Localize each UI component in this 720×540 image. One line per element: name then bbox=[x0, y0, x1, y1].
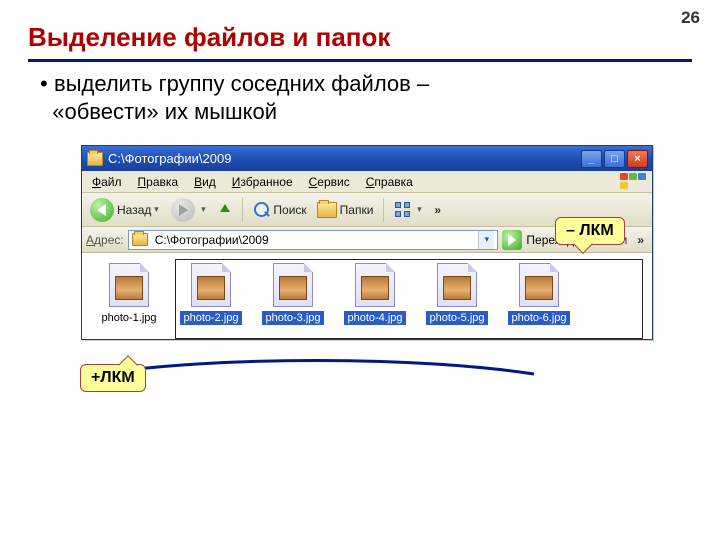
file-pane[interactable]: photo-1.jpg photo-2.jpg photo-3.jpg phot… bbox=[82, 253, 652, 339]
minimize-button[interactable]: _ bbox=[581, 150, 602, 168]
callout-end-text: – ЛКМ bbox=[566, 222, 614, 240]
up-button[interactable] bbox=[214, 197, 236, 223]
address-path: C:\Фотографии\2009 bbox=[155, 233, 269, 247]
menu-view[interactable]: Вид bbox=[186, 173, 224, 191]
callout-end: – ЛКМ bbox=[555, 217, 625, 245]
search-label: Поиск bbox=[273, 203, 306, 217]
views-dropdown-icon[interactable]: ▾ bbox=[414, 204, 424, 215]
close-button[interactable]: × bbox=[627, 150, 648, 168]
body-text: •выделить группу соседних файлов – «обве… bbox=[0, 68, 720, 125]
views-icon bbox=[394, 201, 414, 219]
toolbar-separator bbox=[242, 198, 243, 222]
toolbar-overflow[interactable]: » bbox=[430, 203, 445, 217]
menu-tools[interactable]: Сервис bbox=[301, 173, 358, 191]
back-button[interactable]: Назад ▾ bbox=[86, 197, 165, 223]
folders-label: Папки bbox=[340, 203, 374, 217]
back-arrow-icon bbox=[90, 198, 114, 222]
up-arrow-icon bbox=[218, 203, 232, 217]
back-dropdown-icon[interactable]: ▾ bbox=[151, 204, 161, 215]
forward-arrow-icon bbox=[171, 198, 195, 222]
title-divider bbox=[28, 59, 692, 62]
folder-icon bbox=[87, 152, 103, 166]
address-folder-icon bbox=[132, 233, 148, 246]
callout-start: +ЛКМ bbox=[80, 364, 146, 392]
menu-favorites[interactable]: Избранное bbox=[224, 173, 301, 191]
body-line-1: выделить группу соседних файлов – bbox=[54, 71, 429, 96]
selection-rectangle bbox=[175, 259, 643, 339]
back-label: Назад bbox=[117, 203, 151, 217]
views-button[interactable]: ▾ bbox=[390, 197, 428, 223]
go-button[interactable] bbox=[502, 230, 522, 250]
page-number: 26 bbox=[681, 8, 700, 28]
address-dropdown-icon[interactable]: ▾ bbox=[478, 230, 494, 250]
folders-button[interactable]: Папки bbox=[313, 197, 378, 223]
toolbar-separator-2 bbox=[383, 198, 384, 222]
search-button[interactable]: Поиск bbox=[249, 197, 310, 223]
windows-logo-icon bbox=[620, 173, 648, 191]
address-input[interactable]: C:\Фотографии\2009 ▾ bbox=[128, 230, 499, 250]
menu-help[interactable]: Справка bbox=[358, 173, 421, 191]
forward-dropdown-icon[interactable]: ▾ bbox=[198, 204, 208, 215]
bullet: • bbox=[40, 70, 54, 98]
forward-button[interactable]: ▾ bbox=[167, 197, 212, 223]
menubar: Файл Правка Вид Избранное Сервис Справка bbox=[82, 171, 652, 193]
links-overflow[interactable]: » bbox=[633, 233, 648, 247]
search-icon bbox=[253, 201, 271, 219]
titlebar[interactable]: C:\Фотографии\2009 _ □ × bbox=[82, 146, 652, 171]
file-item[interactable]: photo-1.jpg bbox=[90, 263, 168, 325]
menu-file[interactable]: Файл bbox=[84, 173, 130, 191]
window-title: C:\Фотографии\2009 bbox=[108, 151, 581, 166]
body-line-2: «обвести» их мышкой bbox=[52, 99, 277, 124]
maximize-button[interactable]: □ bbox=[604, 150, 625, 168]
folders-icon bbox=[317, 202, 337, 218]
drag-sweep-line bbox=[96, 354, 536, 376]
file-name: photo-1.jpg bbox=[98, 311, 159, 325]
address-label: Адрес: bbox=[86, 233, 124, 247]
file-thumbnail-icon bbox=[109, 263, 149, 307]
menu-edit[interactable]: Правка bbox=[130, 173, 187, 191]
slide-title: Выделение файлов и папок bbox=[0, 0, 720, 57]
